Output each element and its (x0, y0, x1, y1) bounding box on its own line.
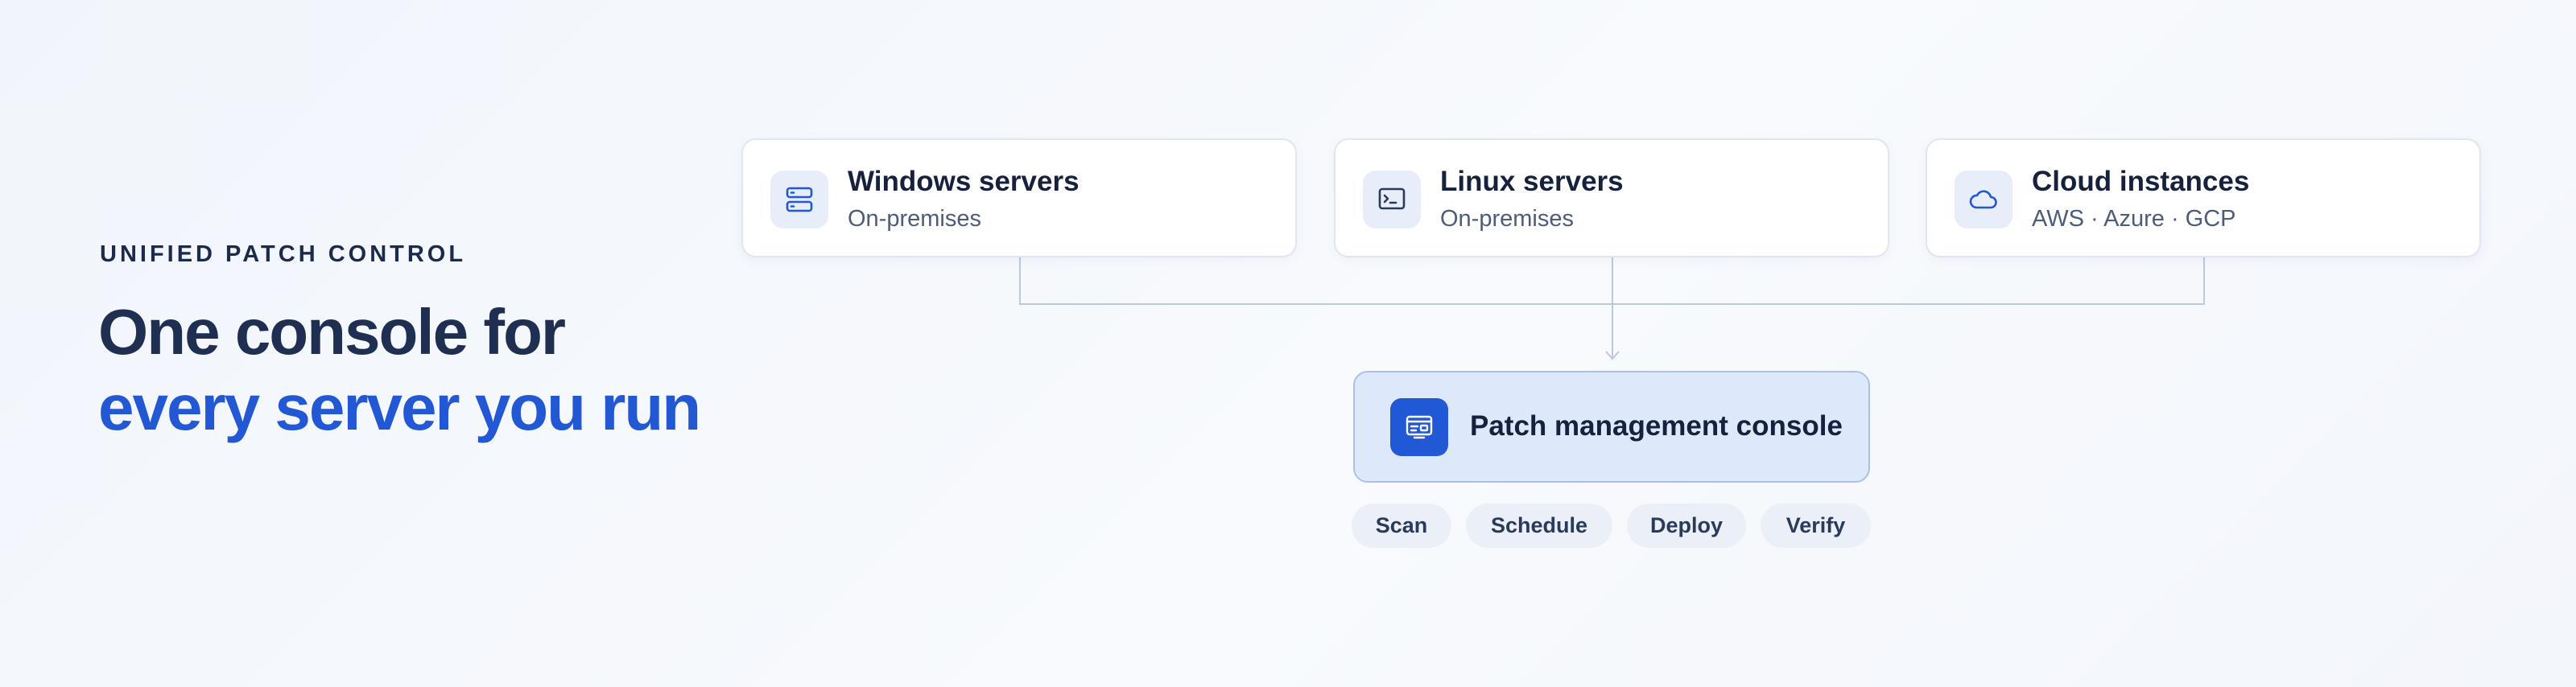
source-card-windows[interactable]: Windows servers On-premises (741, 138, 1297, 257)
source-subtitle: On-premises (1440, 206, 1574, 232)
source-title: Linux servers (1440, 166, 1624, 197)
cloud-icon (1955, 171, 2013, 228)
connector-lines (1019, 257, 2205, 360)
step-chip-scan[interactable]: Scan (1352, 504, 1451, 548)
console-title: Patch management console (1470, 410, 1843, 442)
patch-console-node[interactable]: Patch management console (1353, 371, 1870, 483)
step-chip-deploy[interactable]: Deploy (1627, 504, 1746, 548)
server-stack-icon (770, 171, 828, 228)
source-subtitle: On-premises (848, 206, 981, 232)
source-title: Cloud instances (2032, 166, 2250, 197)
connector-windows (1019, 257, 1612, 305)
step-chip-verify[interactable]: Verify (1761, 504, 1871, 548)
source-subtitle: AWS · Azure · GCP (2032, 206, 2236, 232)
console-icon (1390, 398, 1448, 456)
step-chip-schedule[interactable]: Schedule (1466, 504, 1612, 548)
source-title: Windows servers (848, 166, 1080, 197)
terminal-icon (1363, 171, 1421, 228)
source-card-linux[interactable]: Linux servers On-premises (1334, 138, 1889, 257)
source-card-cloud[interactable]: Cloud instances AWS · Azure · GCP (1926, 138, 2481, 257)
connector-cloud (1612, 257, 2205, 305)
